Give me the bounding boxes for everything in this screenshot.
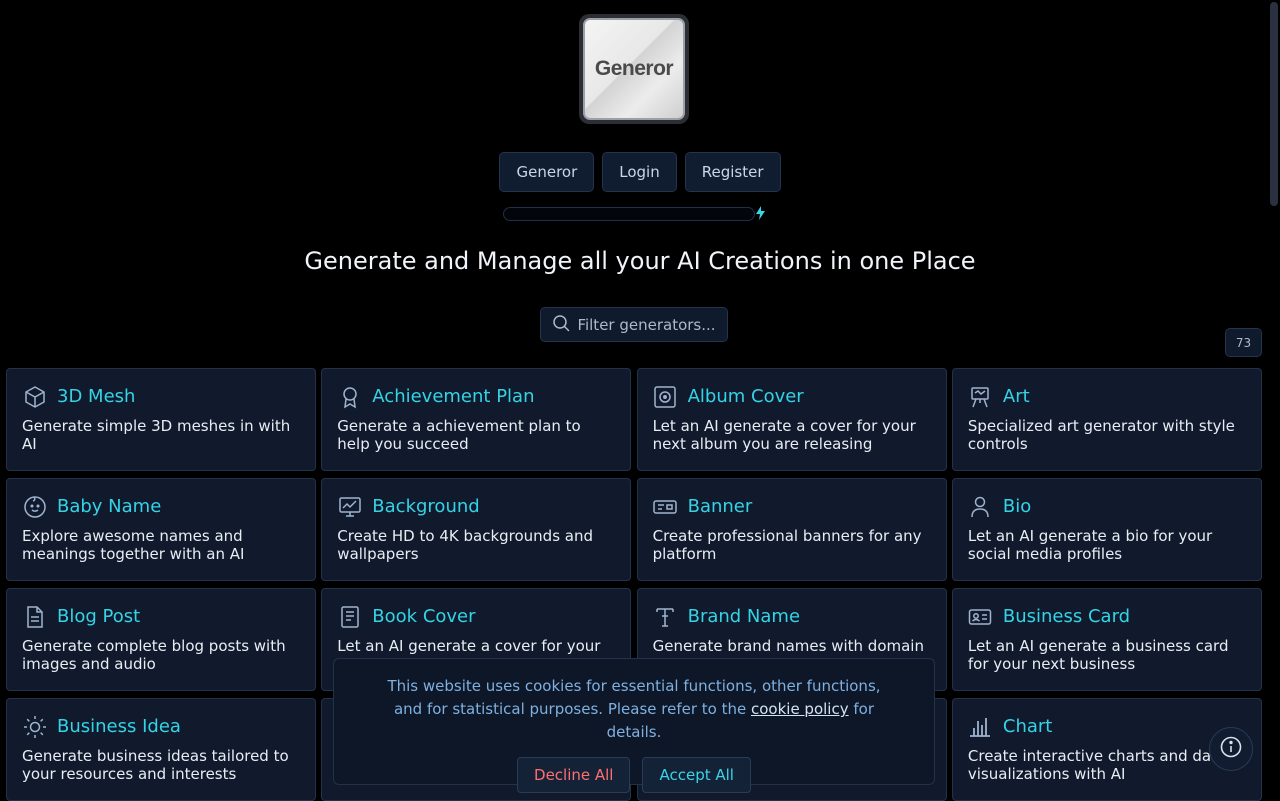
card-art[interactable]: Art Specialized art generator with style…: [951, 368, 1262, 471]
card-title: Art: [1002, 386, 1030, 407]
easel-icon: [968, 384, 993, 409]
card-description: Generate simple 3D meshes in with AI: [22, 417, 291, 453]
award-icon: [337, 384, 362, 409]
cookie-policy-link[interactable]: cookie policy: [751, 700, 849, 718]
card-baby-name[interactable]: Baby Name Explore awesome names and mean…: [6, 478, 316, 581]
card-description: Generate business ideas tailored to your…: [22, 747, 289, 783]
card-title: Baby Name: [57, 496, 162, 517]
card-title: Business Card: [1002, 606, 1131, 627]
card-title: Brand Name: [687, 606, 801, 627]
accept-all-button[interactable]: Accept All: [642, 757, 751, 793]
decline-all-button[interactable]: Decline All: [517, 757, 631, 793]
lightning-icon: [756, 206, 765, 224]
sun-icon: [22, 714, 47, 739]
card-description: Let an AI generate a cover for your: [337, 637, 601, 655]
card-business-card[interactable]: Business Card Let an AI generate a busin…: [951, 588, 1262, 691]
card-album-cover[interactable]: Album Cover Let an AI generate a cover f…: [636, 368, 947, 471]
id-card-icon: [968, 604, 993, 629]
card-description: Generate a achievement plan to help you …: [337, 417, 581, 453]
logo-text: Generor: [583, 18, 685, 120]
card-achievement-plan[interactable]: Achievement Plan Generate a achievement …: [321, 368, 632, 471]
card-title: Business Idea: [57, 716, 181, 737]
card-description: Create HD to 4K backgrounds and wallpape…: [337, 527, 593, 563]
card-title: Book Cover: [372, 606, 476, 627]
card-title: Background: [372, 496, 480, 517]
book-icon: [337, 604, 362, 629]
generator-count-badge: 73: [1225, 328, 1262, 357]
card-title: Blog Post: [57, 606, 141, 627]
card-title: Achievement Plan: [372, 386, 535, 407]
search-icon: [552, 314, 570, 336]
card-description: Explore awesome names and meanings toget…: [22, 527, 245, 563]
card-description: Generate brand names with domain: [652, 637, 924, 655]
vinyl-icon: [653, 384, 678, 409]
document-icon: [22, 604, 47, 629]
card-bio[interactable]: Bio Let an AI generate a bio for your so…: [951, 478, 1262, 581]
nav-register-button[interactable]: Register: [684, 152, 781, 192]
card-description: Let an AI generate a bio for your social…: [967, 527, 1213, 563]
person-icon: [968, 494, 993, 519]
info-button[interactable]: [1209, 727, 1253, 771]
card-title: Album Cover: [687, 386, 804, 407]
card-description: Specialized art generator with style con…: [967, 417, 1235, 453]
credit-progress-bar: [503, 207, 755, 221]
card-description: Create interactive charts and data visua…: [967, 747, 1227, 783]
page-headline: Generate and Manage all your AI Creation…: [304, 247, 976, 275]
filter-placeholder: Filter generators...: [577, 315, 716, 334]
page-scrollbar[interactable]: [1268, 0, 1280, 800]
card-banner[interactable]: Banner Create professional banners for a…: [636, 478, 947, 581]
filter-generators-input[interactable]: Filter generators...: [540, 307, 728, 342]
card-description: Generate complete blog posts with images…: [22, 637, 286, 673]
card-3d-mesh[interactable]: 3D Mesh Generate simple 3D meshes in wit…: [6, 368, 316, 471]
bar-chart-icon: [968, 714, 993, 739]
card-title: Banner: [687, 496, 753, 517]
card-business-idea[interactable]: Business Idea Generate business ideas ta…: [6, 698, 316, 801]
typography-icon: [653, 604, 678, 629]
card-title: Bio: [1002, 496, 1032, 517]
cookie-consent-banner: This website uses cookies for essential …: [333, 658, 935, 793]
banner-icon: [653, 494, 678, 519]
card-title: 3D Mesh: [57, 386, 136, 407]
card-description: Create professional banners for any plat…: [652, 527, 922, 563]
cookie-message: This website uses cookies for essential …: [334, 675, 934, 744]
card-title: Chart: [1002, 716, 1053, 737]
card-description: Let an AI generate a business card for y…: [967, 637, 1229, 673]
cube-icon: [22, 384, 47, 409]
card-background[interactable]: Background Create HD to 4K backgrounds a…: [321, 478, 632, 581]
baby-face-icon: [22, 494, 47, 519]
card-description: Let an AI generate a cover for your next…: [652, 417, 916, 453]
top-nav: Generor Login Register: [0, 152, 1280, 192]
nav-generor-button[interactable]: Generor: [499, 152, 595, 192]
scrollbar-thumb[interactable]: [1270, 2, 1278, 206]
card-blog-post[interactable]: Blog Post Generate complete blog posts w…: [6, 588, 316, 691]
nav-login-button[interactable]: Login: [602, 152, 677, 192]
logo[interactable]: Generor: [579, 14, 689, 124]
info-icon: [1220, 736, 1242, 762]
monitor-chart-icon: [337, 494, 362, 519]
